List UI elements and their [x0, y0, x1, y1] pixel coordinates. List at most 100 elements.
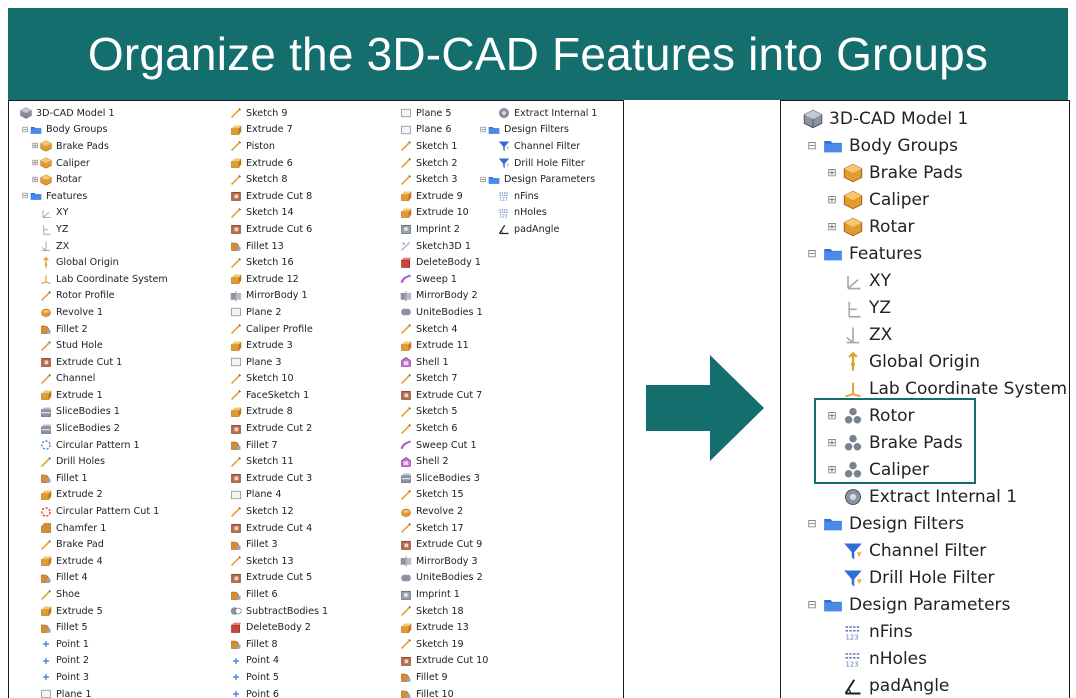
after-tree-item[interactable]: XY: [781, 267, 891, 294]
after-tree-item[interactable]: ⊟ Design Filters: [781, 510, 964, 537]
before-tree-item[interactable]: Fillet 6: [201, 586, 361, 603]
before-tree-item[interactable]: Revolve 1: [11, 304, 201, 321]
expand-toggle-icon[interactable]: ⊞: [31, 175, 39, 184]
before-tree-item[interactable]: Revolve 2: [371, 503, 495, 520]
before-tree-item[interactable]: Extrude 13: [371, 619, 495, 636]
before-tree-item[interactable]: Sketch 4: [371, 321, 495, 338]
collapse-toggle-icon[interactable]: ⊟: [805, 518, 819, 529]
before-tree-item[interactable]: Plane 2: [201, 304, 361, 321]
before-tree-item[interactable]: UniteBodies 1: [371, 304, 495, 321]
before-tree-item[interactable]: Fillet 4: [11, 570, 201, 587]
after-tree-item[interactable]: 123 nFins: [781, 618, 913, 645]
before-tree-item[interactable]: DeleteBody 1: [371, 254, 495, 271]
before-tree-item[interactable]: UniteBodies 2: [371, 570, 495, 587]
before-tree-item[interactable]: Fillet 8: [201, 636, 361, 653]
before-tree-item[interactable]: Extrude Cut 9: [371, 536, 495, 553]
after-tree-item[interactable]: Global Origin: [781, 348, 980, 375]
before-tree-item[interactable]: Extrude 4: [11, 553, 201, 570]
before-tree-item[interactable]: Stud Hole: [11, 337, 201, 354]
after-tree-item[interactable]: ⊞ Brake Pads: [781, 159, 962, 186]
before-tree-item[interactable]: SubtractBodies 1: [201, 603, 361, 620]
before-tree-item[interactable]: Sketch3D 1: [371, 238, 495, 255]
before-tree-item[interactable]: Sketch 14: [201, 205, 361, 222]
before-tree-item[interactable]: Extrude 2: [11, 487, 201, 504]
after-tree-item[interactable]: ⊟ Body Groups: [781, 132, 958, 159]
before-tree-item[interactable]: XY: [11, 205, 201, 222]
before-tree-item[interactable]: Point 3: [11, 669, 201, 686]
before-tree-item[interactable]: Extrude Cut 7: [371, 387, 495, 404]
before-tree-item[interactable]: FaceSketch 1: [201, 387, 361, 404]
after-tree-item[interactable]: YZ: [781, 294, 891, 321]
before-tree-item[interactable]: Sketch 12: [201, 503, 361, 520]
before-tree-item[interactable]: Extrude Cut 1: [11, 354, 201, 371]
before-tree-item[interactable]: Extrude 5: [11, 603, 201, 620]
before-tree-item[interactable]: Sketch 15: [371, 487, 495, 504]
collapse-toggle-icon[interactable]: ⊟: [21, 192, 29, 200]
before-tree-item[interactable]: Circular Pattern 1: [11, 437, 201, 454]
before-tree-item[interactable]: Drill Hole Filter: [479, 155, 623, 172]
collapse-toggle-icon[interactable]: ⊟: [805, 599, 819, 610]
before-tree-item[interactable]: Caliper Profile: [201, 321, 361, 338]
before-tree-item[interactable]: Point 2: [11, 653, 201, 670]
before-tree-item[interactable]: Plane 5: [371, 105, 495, 122]
before-tree-item[interactable]: Extrude 9: [371, 188, 495, 205]
before-tree-item[interactable]: Sketch 5: [371, 404, 495, 421]
before-tree-item[interactable]: Sketch 3: [371, 171, 495, 188]
before-tree-item[interactable]: Sketch 9: [201, 105, 361, 122]
before-tree-item[interactable]: Chamfer 1: [11, 520, 201, 537]
before-tree-item[interactable]: Imprint 1: [371, 586, 495, 603]
before-tree-item[interactable]: Sketch 2: [371, 155, 495, 172]
before-tree-item[interactable]: Sketch 10: [201, 371, 361, 388]
before-tree-item[interactable]: Global Origin: [11, 254, 201, 271]
before-tree-item[interactable]: Channel Filter: [479, 138, 623, 155]
before-tree-item[interactable]: Sweep Cut 1: [371, 437, 495, 454]
before-tree-item[interactable]: Sketch 1: [371, 138, 495, 155]
collapse-toggle-icon[interactable]: ⊟: [479, 175, 487, 184]
before-tree-item[interactable]: 123 nFins: [479, 188, 623, 205]
after-tree-item[interactable]: ⊞ Rotar: [781, 213, 914, 240]
before-tree-item[interactable]: Sketch 6: [371, 420, 495, 437]
before-tree-item[interactable]: ⊟ Design Parameters: [479, 171, 623, 188]
before-tree-item[interactable]: Extrude Cut 5: [201, 570, 361, 587]
before-tree-item[interactable]: Extract Internal 1: [479, 105, 623, 122]
before-tree-item[interactable]: Drill Holes: [11, 453, 201, 470]
after-tree-item[interactable]: 3D-CAD Model 1: [781, 105, 968, 132]
before-tree-item[interactable]: ⊟ Design Filters: [479, 122, 623, 139]
before-tree-item[interactable]: DeleteBody 2: [201, 619, 361, 636]
before-tree-item[interactable]: 3D-CAD Model 1: [11, 105, 201, 122]
before-tree-item[interactable]: Extrude Cut 3: [201, 470, 361, 487]
before-tree-item[interactable]: MirrorBody 3: [371, 553, 495, 570]
before-tree-item[interactable]: Point 6: [201, 686, 361, 698]
before-tree-item[interactable]: Fillet 7: [201, 437, 361, 454]
expand-toggle-icon[interactable]: ⊞: [825, 167, 839, 178]
before-tree-item[interactable]: 123 nHoles: [479, 205, 623, 222]
before-tree-item[interactable]: Sweep 1: [371, 271, 495, 288]
expand-toggle-icon[interactable]: ⊞: [31, 142, 39, 150]
before-tree-item[interactable]: SliceBodies 1: [11, 404, 201, 421]
before-tree-item[interactable]: Sketch 17: [371, 520, 495, 537]
before-tree-item[interactable]: padAngle: [479, 221, 623, 238]
after-tree-item[interactable]: ZX: [781, 321, 892, 348]
before-tree-item[interactable]: SliceBodies 2: [11, 420, 201, 437]
before-tree-item[interactable]: Extrude 12: [201, 271, 361, 288]
before-tree-item[interactable]: Shell 2: [371, 453, 495, 470]
before-tree-item[interactable]: Fillet 13: [201, 238, 361, 255]
collapse-toggle-icon[interactable]: ⊟: [21, 125, 29, 134]
before-tree-item[interactable]: ⊞ Rotar: [11, 171, 201, 188]
before-tree-item[interactable]: ⊟ Body Groups: [11, 122, 201, 139]
expand-toggle-icon[interactable]: ⊞: [825, 194, 839, 205]
after-tree-item[interactable]: padAngle: [781, 672, 949, 698]
collapse-toggle-icon[interactable]: ⊟: [805, 140, 819, 151]
after-tree-item[interactable]: Drill Hole Filter: [781, 564, 995, 591]
before-tree-item[interactable]: Fillet 5: [11, 619, 201, 636]
collapse-toggle-icon[interactable]: ⊟: [479, 125, 487, 134]
before-tree-item[interactable]: Point 1: [11, 636, 201, 653]
after-tree-item[interactable]: ⊟ Design Parameters: [781, 591, 1010, 618]
before-tree-item[interactable]: Sketch 13: [201, 553, 361, 570]
before-tree-item[interactable]: ⊞ Caliper: [11, 155, 201, 172]
after-tree-item[interactable]: Channel Filter: [781, 537, 986, 564]
before-tree-item[interactable]: Point 4: [201, 653, 361, 670]
expand-toggle-icon[interactable]: ⊞: [31, 159, 39, 167]
after-tree-item[interactable]: ⊞ Caliper: [781, 186, 929, 213]
before-tree-item[interactable]: SliceBodies 3: [371, 470, 495, 487]
